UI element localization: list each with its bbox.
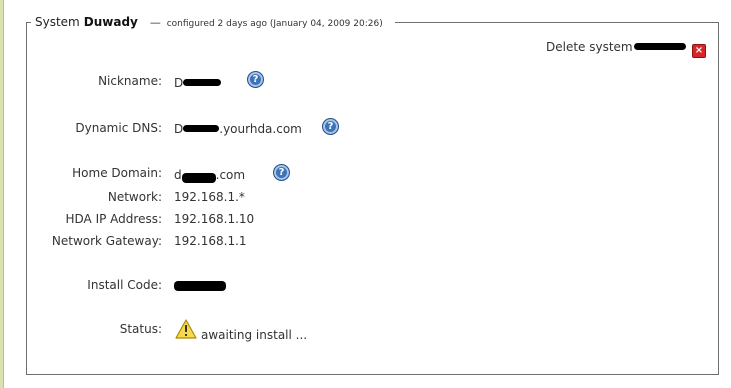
redacted-nickname [183,79,222,86]
status-label: Status: [119,322,162,336]
system-legend: System Duwady — configured 2 days ago (Jan… [31,15,395,31]
dynamic-dns-label: Dynamic DNS: [75,121,162,135]
legend-dash: — [149,16,161,29]
network-label: Network: [107,190,162,204]
nickname-prefix: D [174,76,184,90]
redacted-home-domain [181,172,216,183]
home-domain-prefix: d [174,168,182,182]
dynamic-dns-suffix: .yourhda.com [219,122,302,136]
install-code-value [174,279,226,293]
gateway-label: Network Gateway: [51,234,162,248]
redacted-system-name [633,43,686,50]
dynamic-dns-value: D .yourhda.com [174,122,302,136]
legend-prefix: System [35,15,80,29]
network-value: 192.168.1.* [174,190,245,204]
home-domain-value: d .com [174,168,246,183]
delete-system-link[interactable]: Delete system [546,40,686,54]
configured-text: configured 2 days ago (January 04, 2009 … [166,19,383,29]
install-code-label: Install Code: [87,278,162,292]
page-left-edge [0,0,4,388]
redacted-install-code [174,280,226,291]
status-value: awaiting install ... [201,328,308,342]
dynamic-dns-help-icon[interactable]: ? [322,118,339,135]
delete-icon[interactable]: × [692,44,706,58]
nickname-help-icon[interactable]: ? [247,71,264,88]
home-domain-help-icon[interactable]: ? [273,164,290,181]
home-domain-suffix: .com [215,168,246,182]
home-domain-label: Home Domain: [72,166,162,180]
gateway-value: 192.168.1.1 [174,234,247,248]
hda-ip-value: 192.168.1.10 [174,212,255,226]
hda-ip-label: HDA IP Address: [65,212,163,226]
system-name: Duwady [83,15,138,29]
nickname-value: D [174,76,222,90]
delete-system-label: Delete system [546,40,633,54]
redacted-dns-host [183,125,220,132]
dynamic-dns-prefix: D [174,122,184,136]
warning-icon [175,319,197,339]
nickname-label: Nickname: [98,74,162,88]
